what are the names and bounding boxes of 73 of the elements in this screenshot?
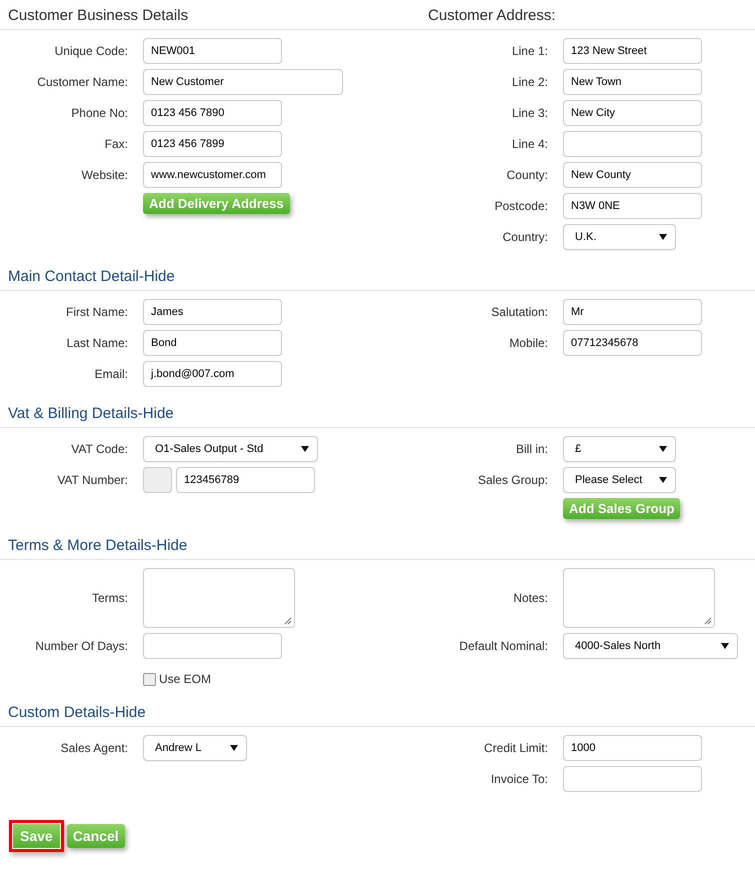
section-heading: Customer Address:	[428, 7, 556, 24]
dropdown[interactable]: £	[563, 436, 676, 462]
field-label: First Name:	[66, 305, 128, 319]
resize-grip-icon	[284, 617, 292, 625]
field-label: Fax:	[104, 137, 128, 151]
dropdown[interactable]: 4000-Sales North	[563, 633, 738, 659]
input-field[interactable]: Bond	[143, 330, 282, 356]
caret-icon	[301, 446, 309, 452]
section-heading[interactable]: Main Contact Detail-Hide	[8, 268, 175, 285]
input-field[interactable]: 0123 456 7890	[143, 100, 282, 126]
caret-icon	[659, 234, 667, 240]
input-field[interactable]: j.bond@007.com	[143, 361, 282, 387]
field-label: Line 1:	[512, 44, 548, 58]
text-area[interactable]	[143, 568, 295, 628]
field-label: Last Name:	[66, 336, 128, 350]
input-field[interactable]: NEW001	[143, 38, 282, 64]
field-label: County:	[506, 168, 548, 182]
input-field[interactable]	[143, 633, 282, 659]
input-field[interactable]: N3W 0NE	[563, 193, 702, 219]
field-label: Website:	[82, 168, 128, 182]
field-label: Terms:	[92, 591, 128, 605]
input-field[interactable]	[563, 131, 702, 157]
section-heading[interactable]: Vat & Billing Details-Hide	[8, 405, 174, 422]
caret-icon	[230, 745, 238, 751]
caret-icon	[721, 643, 729, 649]
field-label: Mobile:	[509, 336, 548, 350]
input-field[interactable]: New Customer	[143, 69, 343, 95]
input-field[interactable]: New County	[563, 162, 702, 188]
caret-icon	[659, 477, 667, 483]
section-heading: Customer Business Details	[8, 7, 188, 24]
field-label: Default Nominal:	[459, 639, 548, 653]
field-label: Email:	[94, 367, 128, 381]
input-field[interactable]: 1000	[563, 735, 702, 761]
field-label: Sales Group:	[478, 473, 548, 487]
dropdown[interactable]: U.K.	[563, 224, 676, 250]
field-label: Sales Agent:	[60, 741, 128, 755]
input-field[interactable]: 123456789	[176, 467, 315, 493]
field-label: Unique Code:	[54, 44, 128, 58]
field-label: VAT Code:	[71, 442, 128, 456]
field-label: VAT Number:	[57, 473, 128, 487]
input-field[interactable]: New Town	[563, 69, 702, 95]
resize-grip-icon	[704, 617, 712, 625]
field-label: Phone No:	[71, 106, 128, 120]
input-field[interactable]	[563, 766, 702, 792]
field-label: Notes:	[513, 591, 548, 605]
input-field[interactable]: New City	[563, 100, 702, 126]
prefix-field[interactable]	[143, 467, 172, 493]
dropdown[interactable]: Andrew L	[143, 735, 247, 761]
field-label: Line 2:	[512, 75, 548, 89]
field-label: Postcode:	[494, 199, 548, 213]
field-label: Country:	[502, 230, 548, 244]
input-field[interactable]: Mr	[563, 299, 702, 325]
checkbox-label: Use EOM	[159, 672, 212, 686]
field-label: Salutation:	[491, 305, 548, 319]
caret-icon	[659, 446, 667, 452]
input-field[interactable]: www.newcustomer.com	[143, 162, 282, 188]
dropdown[interactable]: O1-Sales Output - Std	[143, 436, 318, 462]
input-field[interactable]: 123 New Street	[563, 38, 702, 64]
input-field[interactable]: 0123 456 7899	[143, 131, 282, 157]
dropdown[interactable]: Please Select	[563, 467, 676, 493]
field-label: Invoice To:	[490, 772, 548, 786]
section-heading[interactable]: Custom Details-Hide	[8, 704, 146, 721]
input-field[interactable]: 07712345678	[563, 330, 702, 356]
field-label: Line 3:	[512, 106, 548, 120]
checkbox[interactable]	[143, 672, 156, 686]
field-label: Customer Name:	[37, 75, 128, 89]
text-area[interactable]	[563, 568, 715, 628]
section-heading[interactable]: Terms & More Details-Hide	[8, 537, 188, 554]
input-field[interactable]: James	[143, 299, 282, 325]
field-label: Number Of Days:	[35, 639, 128, 653]
field-label: Credit Limit:	[484, 741, 548, 755]
field-label: Bill in:	[516, 442, 548, 456]
field-label: Line 4:	[512, 137, 548, 151]
